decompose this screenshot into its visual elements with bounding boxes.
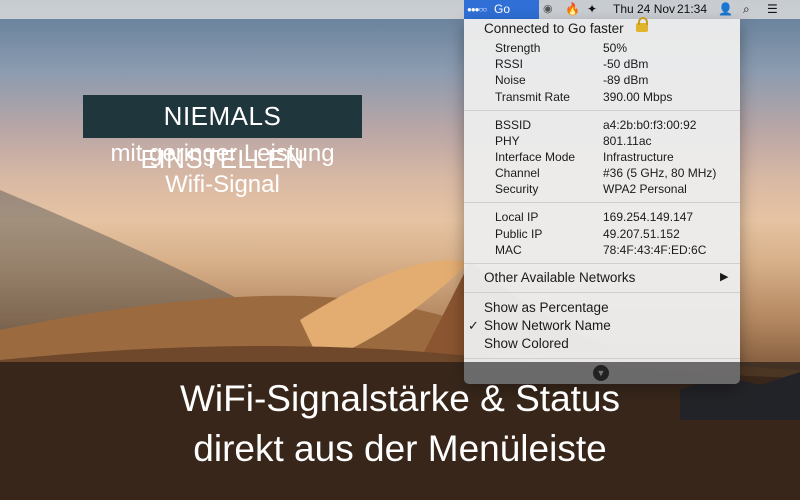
local-ip-value: 169.254.149.147 [603, 210, 694, 224]
show-colored-item[interactable]: Show Colored [484, 336, 569, 351]
menu-bar: ●●●○○ Go faster ◉ 🔥 ✦ Thu 24 Nov 21:34 👤… [0, 0, 800, 35]
vpn-icon[interactable]: ✦ [587, 0, 597, 19]
noise-label: Noise [495, 73, 526, 87]
menu-separator [464, 202, 740, 203]
subtitle-line-2: Wifi-Signal [165, 171, 280, 198]
security-value: WPA2 Personal [603, 182, 687, 196]
time-label[interactable]: 21:34 [677, 0, 707, 19]
spotlight-search-icon[interactable]: ⌕ [743, 0, 750, 19]
other-networks-item[interactable]: Other Available Networks [484, 270, 635, 285]
list-menu-icon[interactable]: ☰ [767, 0, 778, 19]
public-ip-value: 49.207.51.152 [603, 227, 680, 241]
show-network-name-item[interactable]: Show Network Name [484, 318, 611, 333]
phy-value: 801.11ac [603, 134, 652, 148]
caption-line-2: direkt aus der Menüleiste [193, 428, 607, 469]
caption-line-1: WiFi-Signalstärke & Status [179, 378, 621, 419]
transmit-rate-label: Transmit Rate [495, 90, 570, 104]
local-ip-label: Local IP [495, 210, 539, 224]
bssid-label: BSSID [495, 118, 532, 132]
headline-banner: NIEMALS EINSTELLEN [83, 95, 362, 174]
wifi-status-menu[interactable]: ●●●○○ Go faster [464, 0, 539, 35]
lock-icon [636, 17, 648, 32]
user-icon[interactable]: 👤 [718, 0, 733, 19]
channel-value: #36 (5 GHz, 80 MHz) [603, 166, 717, 180]
checkmark-icon: ✓ [468, 318, 479, 333]
flame-icon[interactable]: 🔥 [565, 0, 580, 19]
channel-label: Channel [495, 166, 540, 180]
wifi-dropdown-menu: Connected to Go faster Strength 50% RSSI… [464, 17, 740, 384]
phy-label: PHY [495, 134, 520, 148]
submenu-arrow-icon: ▶ [720, 271, 729, 283]
interface-mode-value: Infrastructure [603, 150, 674, 164]
battery-dial-icon[interactable]: ◉ [543, 0, 553, 19]
menu-separator [464, 358, 740, 359]
noise-value: -89 dBm [603, 73, 649, 87]
strength-value: 50% [603, 41, 628, 55]
wifi-signal-dots-icon: ●●●○○ [467, 5, 487, 14]
strength-label: Strength [495, 41, 541, 55]
bssid-value: a4:2b:b0:f3:00:92 [603, 118, 697, 132]
rssi-value: -50 dBm [603, 57, 649, 71]
menu-separator [464, 110, 740, 111]
mac-value: 78:4F:43:4F:ED:6C [603, 243, 707, 257]
subtitle-line-1: mit geringer Leistung [110, 140, 335, 167]
rssi-label: RSSI [495, 57, 524, 71]
security-label: Security [495, 182, 539, 196]
menu-separator [464, 292, 740, 293]
public-ip-label: Public IP [495, 227, 543, 241]
connection-title: Connected to Go faster [484, 21, 624, 36]
show-as-percentage-item[interactable]: Show as Percentage [484, 300, 609, 315]
transmit-rate-value: 390.00 Mbps [603, 90, 673, 104]
menu-separator [464, 263, 740, 264]
interface-mode-label: Interface Mode [495, 150, 576, 164]
mac-label: MAC [495, 243, 522, 257]
